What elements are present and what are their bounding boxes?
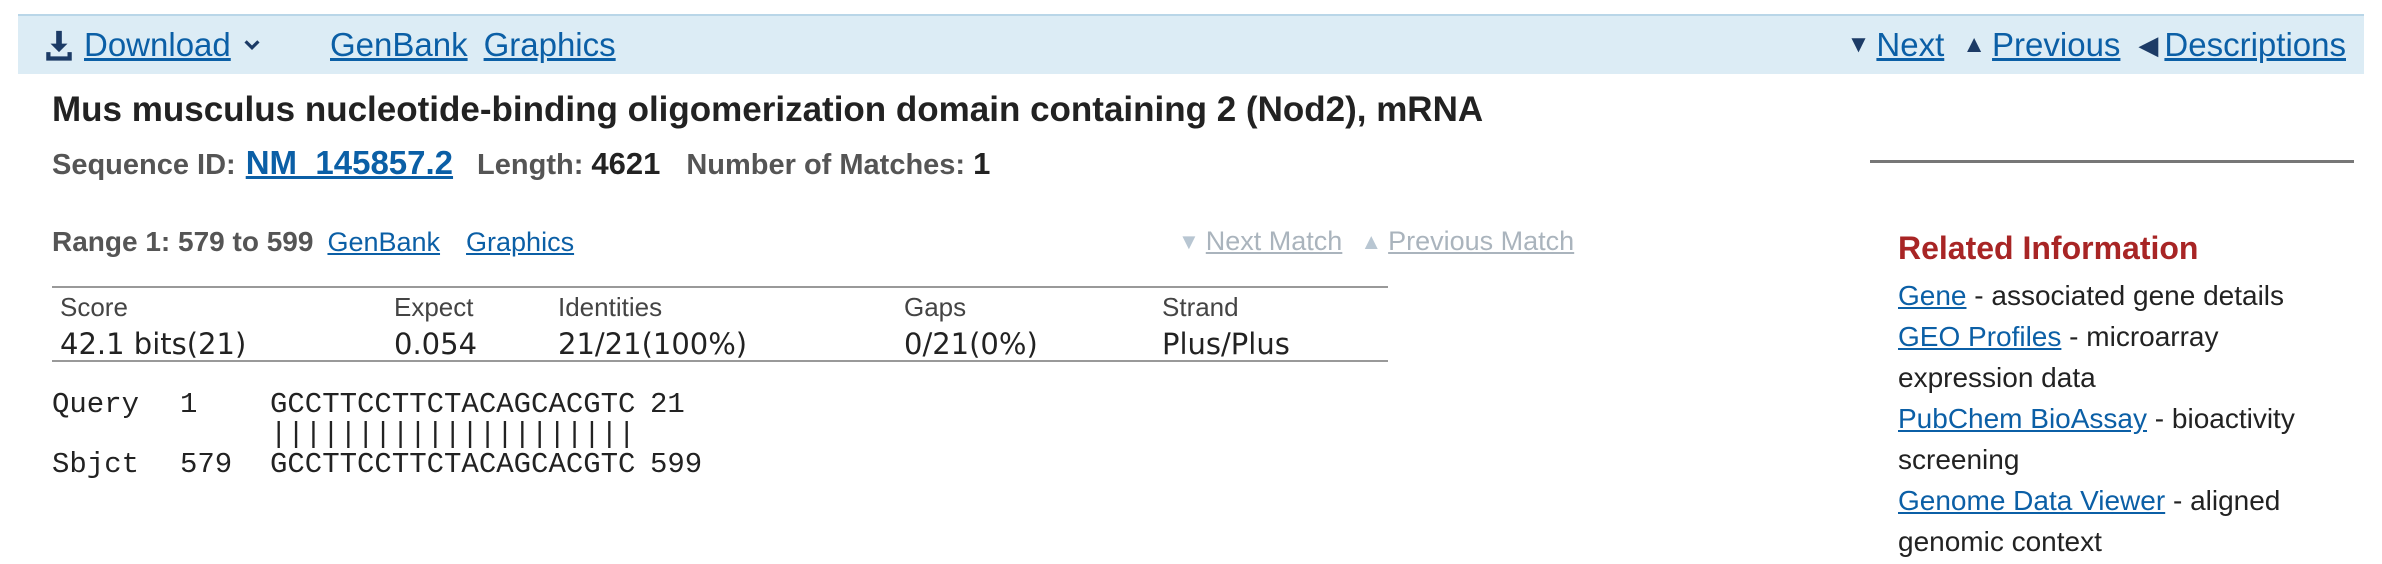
strand-value: Plus/Plus [1162,327,1290,361]
expect-header: Expect [394,292,474,322]
page-title: Mus musculus nucleotide-binding oligomer… [52,90,1484,129]
related-information: Related Information Gene - associated ge… [1898,230,2358,562]
length-label: Length: [477,149,584,181]
next-link[interactable]: Next [1876,26,1944,64]
match-nav: ▼ Next Match ▲ Previous Match [1178,226,1574,257]
graphics-link[interactable]: Graphics [484,26,616,64]
previous-match-label: Previous Match [1388,226,1575,256]
range-genbank-link[interactable]: GenBank [327,227,440,258]
gene-link[interactable]: Gene [1898,280,1967,311]
range-header: Range 1: 579 to 599 GenBank Graphics [52,226,574,258]
strand-column: Strand Plus/Plus [1162,292,1290,361]
score-table: Score 42.1 bits(21) Expect 0.054 Identit… [52,286,1388,362]
sbjct-sequence: GCCTTCCTTCTACAGCACGTC [270,448,636,481]
matches-value: 1 [973,146,991,181]
score-column: Score 42.1 bits(21) [60,292,246,361]
download-link[interactable]: Download [84,26,231,64]
download-icon [46,30,72,61]
strand-header: Strand [1162,292,1239,322]
range-graphics-link[interactable]: Graphics [466,227,574,258]
sequence-id-label: Sequence ID: [52,149,236,181]
related-item: PubChem BioAssay - bioactivity screening [1898,398,2358,480]
identities-column: Identities 21/21(100%) [558,292,747,361]
query-label: Query [52,388,140,421]
query-end: 21 [650,388,685,421]
sbjct-label: Sbjct [52,448,140,481]
sidebar-divider [1870,160,2354,163]
geo-profiles-link[interactable]: GEO Profiles [1898,321,2061,352]
related-item: Genome Data Viewer - aligned genomic con… [1898,480,2358,562]
gaps-value: 0/21(0%) [904,327,1038,361]
arrow-left-icon: ◀ [2138,29,2159,60]
record-meta: Sequence ID: NM_145857.2 Length: 4621 Nu… [52,144,1016,182]
query-start: 1 [180,388,198,421]
related-item: Gene - associated gene details [1898,275,2358,316]
genbank-link[interactable]: GenBank [330,26,468,64]
descriptions-link[interactable]: Descriptions [2164,26,2346,64]
download-menu[interactable]: Download [42,26,263,64]
next-match: ▼ Next Match [1178,226,1342,257]
previous-nav[interactable]: ▲ Previous [1962,26,2120,64]
triangle-up-icon: ▲ [1360,228,1383,254]
next-nav[interactable]: ▼ Next [1847,26,1945,64]
sequence-id-link[interactable]: NM_145857.2 [246,144,453,182]
identities-header: Identities [558,292,663,322]
genome-data-viewer-link[interactable]: Genome Data Viewer [1898,485,2165,516]
expect-column: Expect 0.054 [394,292,477,361]
gaps-column: Gaps 0/21(0%) [904,292,1038,361]
toolbar: Download GenBank Graphics ▼ Next ▲ Previ… [18,14,2364,74]
previous-match: ▲ Previous Match [1360,226,1574,257]
triangle-down-icon: ▼ [1846,31,1871,58]
score-header: Score [60,292,128,322]
match-line: ||||||||||||||||||||| [270,418,636,451]
previous-link[interactable]: Previous [1992,26,2120,64]
query-row: Query 1 GCCTTCCTTCTACAGCACGTC 21 [52,390,702,420]
next-match-label: Next Match [1205,226,1343,256]
length-value: 4621 [591,146,661,181]
pubchem-bioassay-link[interactable]: PubChem BioAssay [1898,403,2147,434]
sbjct-start: 579 [180,448,233,481]
gaps-header: Gaps [904,292,967,322]
expect-value: 0.054 [394,327,478,361]
related-heading: Related Information [1898,230,2199,266]
sbjct-row: Sbjct 579 GCCTTCCTTCTACAGCACGTC 599 [52,450,702,480]
related-item: GEO Profiles - microarray expression dat… [1898,316,2358,398]
match-row: ||||||||||||||||||||| [52,420,702,450]
descriptions-nav[interactable]: ◀ Descriptions [2138,26,2346,64]
query-sequence: GCCTTCCTTCTACAGCACGTC [270,388,636,421]
matches-label: Number of Matches: [686,149,966,181]
range-label: Range 1: 579 to 599 [52,226,314,257]
triangle-up-icon: ▲ [1962,31,1987,58]
chevron-down-icon[interactable] [241,34,263,56]
score-value: 42.1 bits(21) [60,327,247,361]
sequence-alignment: Query 1 GCCTTCCTTCTACAGCACGTC 21 |||||||… [52,390,702,480]
gene-desc: - associated gene details [1966,280,2285,311]
triangle-down-icon: ▼ [1178,228,1200,254]
identities-value: 21/21(100%) [558,327,748,361]
sbjct-end: 599 [650,448,703,481]
